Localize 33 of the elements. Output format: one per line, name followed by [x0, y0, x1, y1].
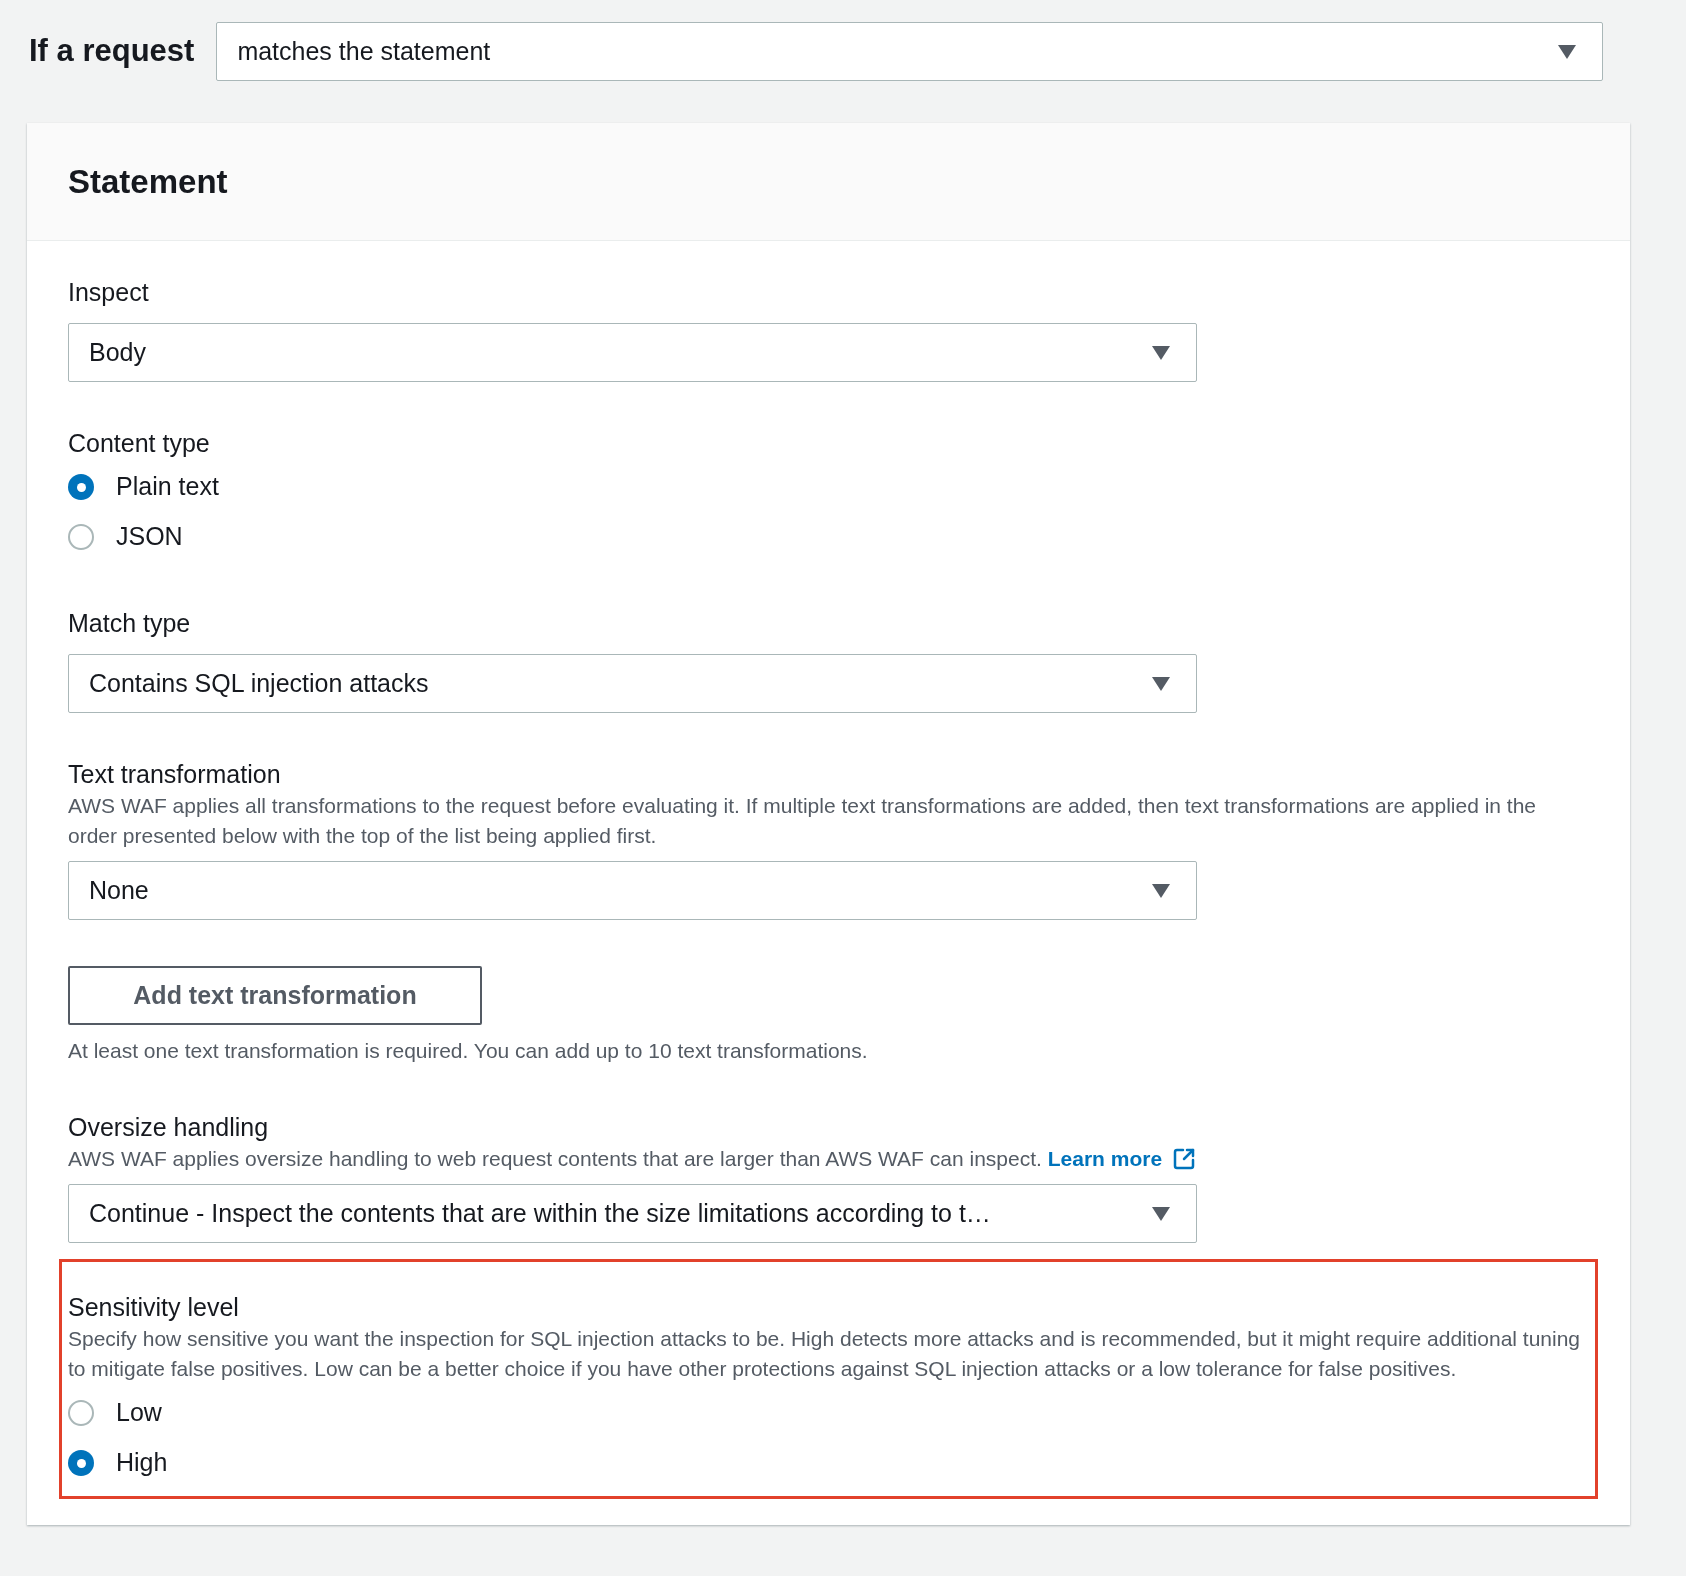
select-dropdown[interactable]: None	[68, 861, 1197, 920]
radio-button[interactable]	[68, 524, 94, 550]
field-label: Sensitivity level	[68, 1292, 240, 1322]
field-description: AWS WAF applies oversize handling to web request contents that are larger than AWS WAF can inspect. Learn more	[68, 1144, 1589, 1174]
select-dropdown[interactable]: Continue - Inspect the contents that are within the size limitations according to t…	[68, 1184, 1197, 1243]
select-dropdown[interactable]: matches the statement	[216, 22, 1604, 81]
radio-label: Low	[116, 1397, 162, 1429]
field-label: Inspect	[68, 277, 150, 307]
radio-label: High	[116, 1447, 168, 1479]
add-text-transformation-button[interactable]: Add text transformation	[68, 966, 482, 1025]
field-label: Oversize handling	[68, 1112, 270, 1142]
select-dropdown[interactable]: Contains SQL injection attacks	[68, 654, 1197, 713]
help-text: At least one text transformation is required. You can add up to 10 text transformations.	[68, 1038, 869, 1064]
request-condition-label: If a request	[29, 32, 195, 71]
field-label: Match type	[68, 608, 192, 638]
learn-more-link[interactable]: Learn more	[1047, 1144, 1197, 1174]
radio-button[interactable]	[68, 1450, 94, 1476]
card-title: Statement	[68, 161, 228, 202]
radio-button[interactable]	[68, 1400, 94, 1426]
caret-down-icon	[1152, 883, 1170, 898]
external-link-icon	[1172, 1147, 1197, 1171]
caret-down-icon	[1152, 1206, 1170, 1221]
field-description: AWS WAF applies all transformations to the request before evaluating it. If multiple text transformations are added, then text transformations are applied in the order presented below with the top of the list being applied first.	[68, 793, 1538, 849]
caret-down-icon	[1558, 44, 1577, 59]
radio-label: Plain text	[116, 471, 219, 503]
caret-down-icon	[1152, 676, 1170, 691]
select-dropdown[interactable]: Body	[68, 323, 1197, 382]
radio-label: JSON	[116, 521, 183, 553]
radio-button[interactable]	[68, 474, 94, 500]
field-label: Content type	[68, 428, 211, 458]
caret-down-icon	[1152, 345, 1170, 360]
field-description: Specify how sensitive you want the inspection for SQL injection attacks to be. High detects more attacks and is recommended, but it might require additional tuning to mitigate false positives. Low can be a better choice if you have other protections against SQL injection attacks or a low tolerance for false positives.	[68, 1326, 1582, 1382]
field-label: Text transformation	[68, 759, 282, 789]
